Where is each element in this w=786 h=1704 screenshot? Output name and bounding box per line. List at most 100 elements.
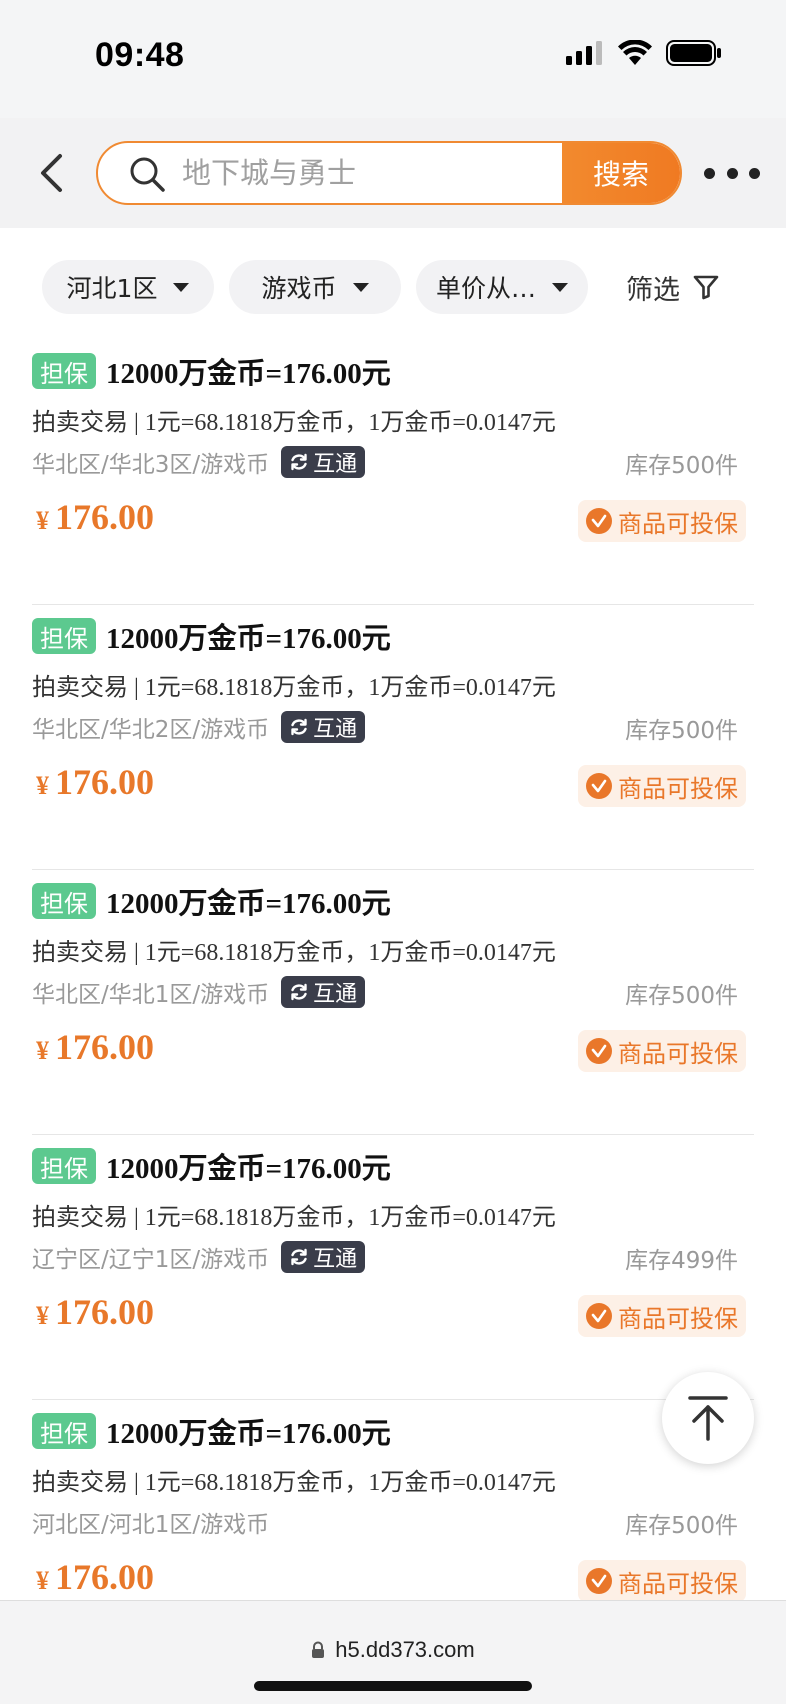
- item-meta-row: 华北区/华北1区/游戏币 互通 库存500件: [32, 974, 754, 1010]
- item-price: ¥ 176.00: [36, 496, 154, 538]
- chevron-left-icon: [41, 154, 62, 192]
- trade-type: 拍卖交易: [32, 1468, 128, 1496]
- search-header: 搜索: [0, 118, 786, 228]
- caret-down-icon: [173, 282, 190, 292]
- item-description: 拍卖交易 | 1元=68.1818万金币，1万金币=0.0147元: [32, 1462, 556, 1497]
- interop-label: 互通: [313, 982, 358, 1007]
- item-meta-row: 辽宁区/辽宁1区/游戏币 互通 库存499件: [32, 1239, 754, 1275]
- stock-count: 库存500件: [625, 453, 738, 479]
- url-text: h5.dd373.com: [335, 1637, 475, 1662]
- currency-symbol: ¥: [36, 1566, 49, 1595]
- item-description: 拍卖交易 | 1元=68.1818万金币，1万金币=0.0147元: [32, 402, 556, 437]
- cellular-signal-icon: [566, 41, 602, 65]
- interop-label: 互通: [313, 1247, 358, 1272]
- server-path: 河北区/河北1区/游戏币: [32, 1512, 270, 1538]
- price-amount: 176.00: [55, 497, 154, 537]
- item-description: 拍卖交易 | 1元=68.1818万金币，1万金币=0.0147元: [32, 932, 556, 967]
- trade-type: 拍卖交易: [32, 673, 128, 701]
- region-filter-chip[interactable]: 河北1区: [42, 260, 214, 314]
- list-item[interactable]: 担保 12000万金币=176.00元 拍卖交易 | 1元=68.1818万金币…: [32, 340, 754, 605]
- currency-symbol: ¥: [36, 1301, 49, 1330]
- insurance-badge[interactable]: 商品可投保: [578, 1295, 746, 1337]
- refresh-icon: [291, 983, 307, 1001]
- back-to-top-button[interactable]: [662, 1372, 754, 1464]
- status-bar: 09:48: [0, 0, 786, 118]
- server-path: 华北区/华北1区/游戏币: [32, 982, 270, 1008]
- list-item[interactable]: 担保 12000万金币=176.00元 拍卖交易 | 1元=68.1818万金币…: [32, 870, 754, 1135]
- currency-symbol: ¥: [36, 1036, 49, 1065]
- sort-filter-chip[interactable]: 单价从…: [416, 260, 588, 314]
- item-price: ¥ 176.00: [36, 1556, 154, 1598]
- price-amount: 176.00: [55, 1557, 154, 1597]
- item-meta-row: 华北区/华北3区/游戏币 互通 库存500件: [32, 444, 754, 480]
- insurance-label: 商品可投保: [618, 774, 738, 803]
- item-meta-row: 华北区/华北2区/游戏币 互通 库存500件: [32, 709, 754, 745]
- insurance-check-icon: [586, 1038, 612, 1064]
- item-description: 拍卖交易 | 1元=68.1818万金币，1万金币=0.0147元: [32, 1197, 556, 1232]
- caret-down-icon: [352, 282, 369, 292]
- search-input[interactable]: [182, 143, 562, 203]
- currency-symbol: ¥: [36, 771, 49, 800]
- item-price: ¥ 176.00: [36, 1026, 154, 1068]
- category-filter-chip[interactable]: 游戏币: [229, 260, 401, 314]
- guarantee-badge: 担保: [32, 1413, 96, 1449]
- search-button[interactable]: 搜索: [562, 143, 680, 203]
- funnel-icon: [693, 275, 719, 300]
- filter-button[interactable]: 筛选: [626, 260, 720, 314]
- server-path: 辽宁区/辽宁1区/游戏币: [32, 1247, 270, 1273]
- insurance-check-icon: [586, 508, 612, 534]
- insurance-label: 商品可投保: [618, 509, 738, 538]
- item-title-row: 担保 12000万金币=176.00元: [32, 350, 391, 392]
- interop-badge: 互通: [281, 1241, 366, 1273]
- caret-down-icon: [552, 282, 568, 292]
- browser-bottom-bar: h5.dd373.com: [0, 1600, 786, 1704]
- status-icons: [566, 40, 722, 66]
- interop-label: 互通: [313, 717, 358, 742]
- more-dot-icon: [726, 167, 738, 179]
- lock-icon: [312, 1641, 325, 1658]
- more-dot-icon: [749, 167, 760, 179]
- more-options-button[interactable]: [704, 158, 760, 188]
- price-amount: 176.00: [55, 1027, 154, 1067]
- item-meta-row: 河北区/河北1区/游戏币 库存500件: [32, 1504, 754, 1540]
- price-amount: 176.00: [55, 1292, 154, 1332]
- exchange-rate: | 1元=68.1818万金币，1万金币=0.0147元: [134, 1470, 556, 1496]
- item-price: ¥ 176.00: [36, 1291, 154, 1333]
- refresh-icon: [291, 1248, 307, 1266]
- trade-type: 拍卖交易: [32, 1203, 128, 1231]
- item-title: 12000万金币=176.00元: [106, 623, 391, 655]
- stock-count: 库存500件: [625, 718, 738, 744]
- insurance-badge[interactable]: 商品可投保: [578, 765, 746, 807]
- address-bar[interactable]: h5.dd373.com: [0, 1637, 786, 1663]
- refresh-icon: [291, 718, 307, 736]
- product-list: 担保 12000万金币=176.00元 拍卖交易 | 1元=68.1818万金币…: [0, 340, 786, 1665]
- item-title-row: 担保 12000万金币=176.00元: [32, 880, 391, 922]
- price-amount: 176.00: [55, 762, 154, 802]
- stock-count: 库存499件: [625, 1248, 738, 1274]
- item-description: 拍卖交易 | 1元=68.1818万金币，1万金币=0.0147元: [32, 667, 556, 702]
- server-path: 华北区/华北2区/游戏币: [32, 717, 270, 743]
- insurance-badge[interactable]: 商品可投保: [578, 1030, 746, 1072]
- back-button[interactable]: [26, 144, 76, 202]
- currency-symbol: ¥: [36, 506, 49, 535]
- exchange-rate: | 1元=68.1818万金币，1万金币=0.0147元: [134, 940, 556, 966]
- exchange-rate: | 1元=68.1818万金币，1万金币=0.0147元: [134, 675, 556, 701]
- insurance-badge[interactable]: 商品可投保: [578, 1560, 746, 1602]
- list-item[interactable]: 担保 12000万金币=176.00元 拍卖交易 | 1元=68.1818万金币…: [32, 605, 754, 870]
- stock-count: 库存500件: [625, 1513, 738, 1539]
- guarantee-badge: 担保: [32, 353, 96, 389]
- guarantee-badge: 担保: [32, 618, 96, 654]
- guarantee-badge: 担保: [32, 1148, 96, 1184]
- arrow-up-to-top-icon: [688, 1396, 728, 1441]
- list-item[interactable]: 担保 12000万金币=176.00元 拍卖交易 | 1元=68.1818万金币…: [32, 1135, 754, 1400]
- insurance-label: 商品可投保: [618, 1039, 738, 1068]
- item-price: ¥ 176.00: [36, 761, 154, 803]
- interop-badge: 互通: [281, 976, 366, 1008]
- item-title-row: 担保 12000万金币=176.00元: [32, 1410, 391, 1452]
- insurance-badge[interactable]: 商品可投保: [578, 500, 746, 542]
- trade-type: 拍卖交易: [32, 938, 128, 966]
- wifi-icon: [618, 40, 652, 65]
- item-title: 12000万金币=176.00元: [106, 1418, 391, 1450]
- search-box: 搜索: [96, 141, 682, 205]
- home-indicator[interactable]: [254, 1681, 532, 1691]
